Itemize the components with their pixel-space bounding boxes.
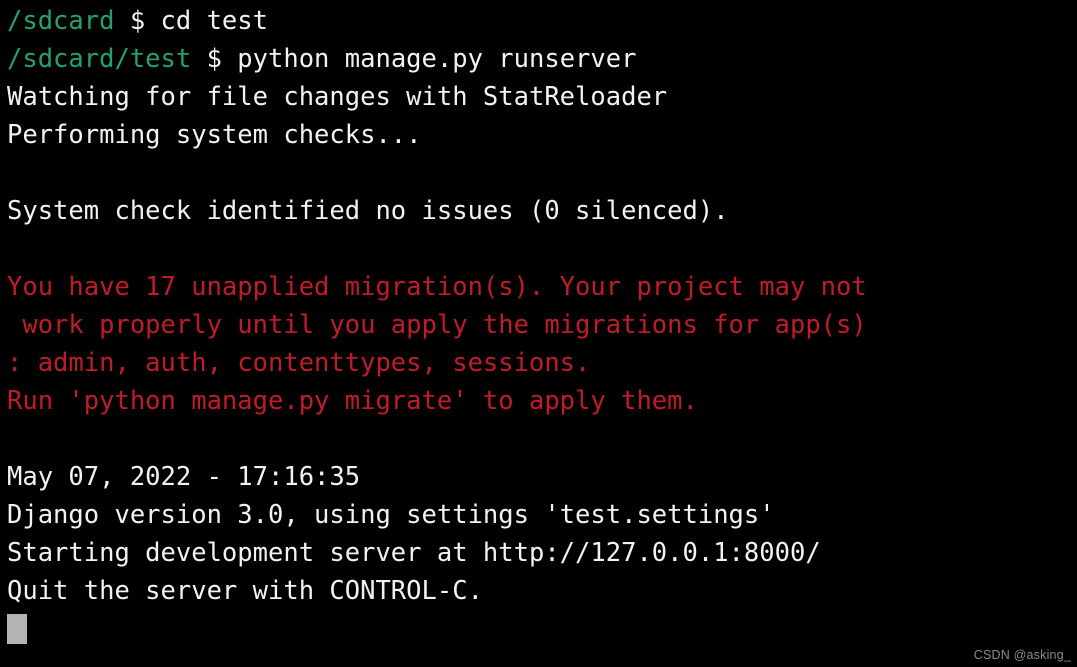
terminal-line-output: Watching for file changes with StatReloa… bbox=[7, 78, 1077, 116]
terminal-screen[interactable]: /sdcard $ cd test/sdcard/test $ python m… bbox=[7, 2, 1077, 648]
terminal-text-white: May 07, 2022 - 17:16:35 bbox=[7, 462, 361, 492]
terminal-line-error: : admin, auth, contenttypes, sessions. bbox=[7, 344, 1077, 382]
terminal-text-red: Run 'python manage.py migrate' to apply … bbox=[7, 386, 698, 416]
terminal-line-error: You have 17 unapplied migration(s). Your… bbox=[7, 268, 1077, 306]
terminal-text-white: System check identified no issues (0 sil… bbox=[7, 196, 729, 226]
terminal-line-error: work properly until you apply the migrat… bbox=[7, 306, 1077, 344]
terminal-text-red: : admin, auth, contenttypes, sessions. bbox=[7, 348, 591, 378]
terminal-text-white: Quit the server with CONTROL-C. bbox=[7, 576, 483, 606]
terminal-line-output: Performing system checks... bbox=[7, 116, 1077, 154]
terminal-line-output: May 07, 2022 - 17:16:35 bbox=[7, 458, 1077, 496]
terminal-text-white: Django version 3.0, using settings 'test… bbox=[7, 500, 775, 530]
terminal-text-white: $ cd test bbox=[114, 6, 268, 36]
csdn-watermark: CSDN @asking_ bbox=[973, 648, 1071, 662]
terminal-text-white: Performing system checks... bbox=[7, 120, 422, 150]
terminal-text-green: /sdcard bbox=[7, 6, 115, 36]
terminal-text-green: /sdcard/test bbox=[7, 44, 192, 74]
terminal-line-prompt: /sdcard/test $ python manage.py runserve… bbox=[7, 40, 1077, 78]
terminal-line-prompt: /sdcard $ cd test bbox=[7, 2, 1077, 40]
terminal-text-red: You have 17 unapplied migration(s). Your… bbox=[7, 272, 867, 302]
terminal-cursor-row bbox=[7, 610, 1077, 648]
terminal-line-output: Starting development server at http://12… bbox=[7, 534, 1077, 572]
terminal-text-white: $ python manage.py runserver bbox=[191, 44, 637, 74]
terminal-line-output: Quit the server with CONTROL-C. bbox=[7, 572, 1077, 610]
terminal-line-output: System check identified no issues (0 sil… bbox=[7, 192, 1077, 230]
terminal-line-output: Django version 3.0, using settings 'test… bbox=[7, 496, 1077, 534]
terminal-text-white: Watching for file changes with StatReloa… bbox=[7, 82, 668, 112]
terminal-window[interactable]: /sdcard $ cd test/sdcard/test $ python m… bbox=[0, 0, 1077, 667]
terminal-text-white: Starting development server at http://12… bbox=[7, 538, 821, 568]
terminal-line-error: Run 'python manage.py migrate' to apply … bbox=[7, 382, 1077, 420]
text-cursor bbox=[7, 614, 27, 644]
terminal-text-red: work properly until you apply the migrat… bbox=[7, 310, 867, 340]
